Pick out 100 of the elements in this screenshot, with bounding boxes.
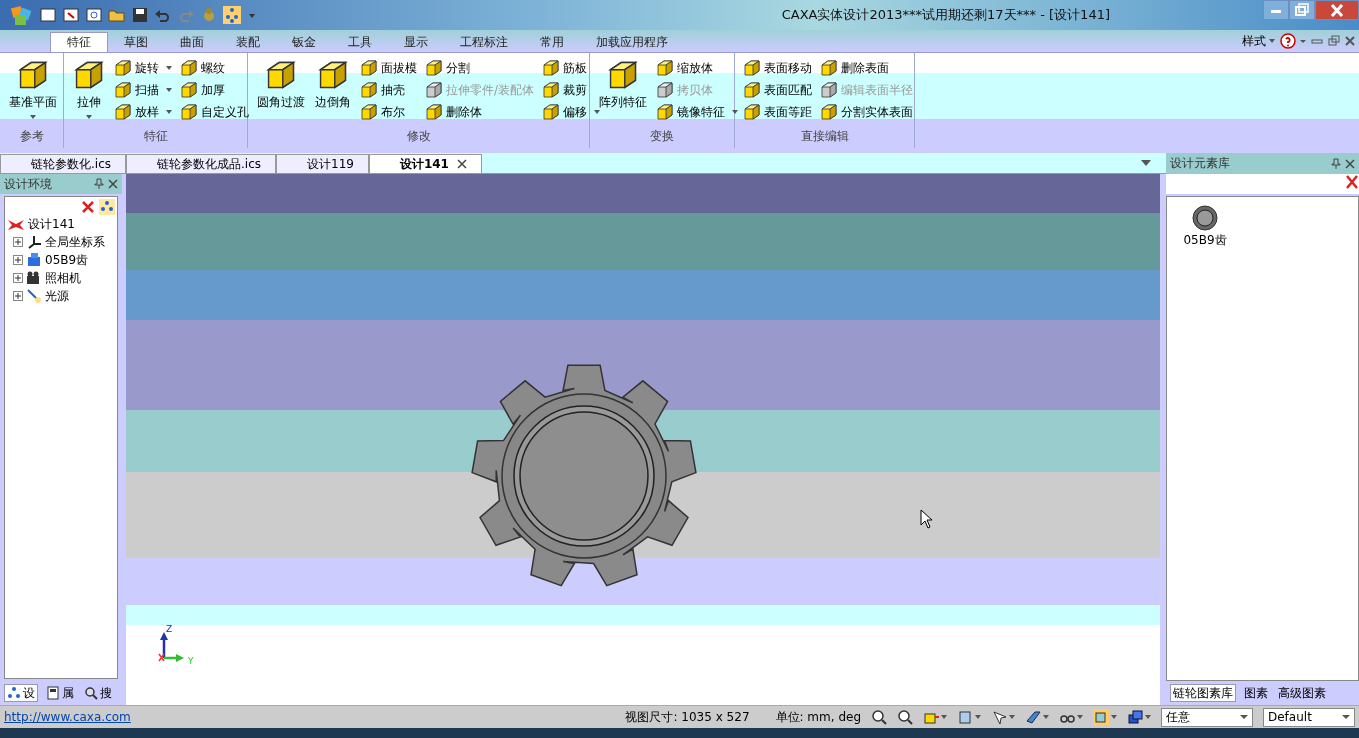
dropdown-arrow-icon[interactable] <box>941 714 947 720</box>
document-icon[interactable] <box>85 6 105 24</box>
close-icon[interactable] <box>1345 158 1355 169</box>
delete-icon[interactable] <box>80 199 96 215</box>
document-tab[interactable]: 设计119 <box>276 153 369 173</box>
help-icon[interactable] <box>1280 33 1296 49</box>
ribbon-tab[interactable]: 特征 <box>50 31 108 52</box>
tree-item[interactable]: 05B9齿 <box>45 252 89 268</box>
style-menu[interactable]: 样式 <box>1240 30 1277 52</box>
close-icon[interactable] <box>108 179 118 189</box>
dropdown-arrow-icon[interactable] <box>86 115 92 120</box>
document-tab[interactable]: 设计141 <box>368 153 482 173</box>
viewport-background[interactable]: Z Y <box>126 174 1160 705</box>
ribbon-tab[interactable]: 装配 <box>220 32 276 52</box>
dropdown-field[interactable]: Default <box>1263 707 1355 727</box>
tree-item[interactable]: 全局坐标系 <box>45 234 105 250</box>
ribbon-button[interactable]: 加厚 <box>178 79 251 101</box>
ribbon-button[interactable]: 放样 <box>112 101 174 123</box>
expand-toggle[interactable] <box>13 237 23 247</box>
ribbon-button[interactable]: 基准平面 <box>6 57 60 124</box>
ribbon-button[interactable]: 螺纹 <box>178 57 251 79</box>
expand-toggle[interactable] <box>13 255 23 265</box>
close-button[interactable] <box>1315 0 1359 20</box>
document-icon[interactable] <box>62 6 82 24</box>
group-label: 特征 <box>142 128 169 145</box>
ribbon-button[interactable]: 表面匹配 <box>741 79 814 101</box>
ribbon-button[interactable]: 布尔 <box>358 101 419 123</box>
dropdown-arrow-icon[interactable] <box>1043 714 1049 720</box>
dropdown-arrow-icon[interactable] <box>1240 714 1248 720</box>
delete-icon[interactable] <box>1345 174 1359 190</box>
dropdown-arrow-icon[interactable] <box>594 110 601 114</box>
ribbon-tab[interactable]: 钣金 <box>276 32 332 52</box>
dropdown-arrow-icon[interactable] <box>30 115 36 120</box>
website-link[interactable]: http://www.caxa.com <box>4 709 131 725</box>
ribbon-button[interactable]: 分割实体表面 <box>818 101 915 123</box>
cursor-icon[interactable] <box>991 709 1007 725</box>
dropdown-arrow-icon[interactable] <box>1140 158 1152 168</box>
panel-tab[interactable]: 图素 <box>1242 684 1270 702</box>
ribbon-tab[interactable]: 显示 <box>388 32 444 52</box>
ribbon-button[interactable]: 表面移动 <box>741 57 814 79</box>
tree-item[interactable]: 设计141 <box>28 216 75 232</box>
pin-icon[interactable] <box>94 178 104 190</box>
group-label: 参考 <box>18 128 45 145</box>
close-icon[interactable] <box>456 158 467 169</box>
dropdown-arrow-icon[interactable] <box>975 714 981 720</box>
panel-tab[interactable]: 属 <box>44 684 76 702</box>
close-icon[interactable] <box>1344 35 1356 47</box>
library-item[interactable]: 05B9齿 <box>1181 203 1229 248</box>
ribbon-button[interactable]: 镜像特征 <box>654 101 740 123</box>
group-label: 修改 <box>405 128 432 145</box>
panel-tab[interactable]: 链轮图素库 <box>1170 683 1236 703</box>
document-icon <box>46 686 60 700</box>
zoom-icon[interactable] <box>897 709 913 725</box>
document-tab[interactable]: 链轮参数化.ics <box>0 153 126 173</box>
ribbon-button[interactable]: 表面等距 <box>741 101 814 123</box>
tree-item[interactable]: 光源 <box>45 288 69 304</box>
ribbon-button[interactable]: 圆角过渡 <box>254 57 308 124</box>
expand-toggle[interactable] <box>13 291 23 301</box>
panel-tab[interactable]: 搜 <box>82 684 114 702</box>
ribbon-button[interactable]: 缩放体 <box>654 57 740 79</box>
restore-icon[interactable] <box>1327 35 1341 47</box>
dropdown-arrow-icon[interactable] <box>1145 714 1151 720</box>
ribbon-tab[interactable]: 草图 <box>108 32 164 52</box>
ribbon-button[interactable]: 删除体 <box>423 101 537 123</box>
dropdown-arrow-icon[interactable] <box>1077 714 1083 720</box>
ribbon-tab[interactable]: 常用 <box>524 32 580 52</box>
pin-icon[interactable] <box>1331 157 1341 170</box>
tree-icon[interactable] <box>223 6 243 24</box>
camera-icon <box>26 270 42 286</box>
dropdown-arrow-icon[interactable] <box>732 110 738 114</box>
ribbon-button[interactable]: 旋转 <box>112 57 174 79</box>
document-tab[interactable]: 链轮参数化成品.ics <box>126 153 276 173</box>
panel-tab[interactable]: 设 <box>4 683 38 703</box>
zoom-icon[interactable] <box>871 709 887 725</box>
ribbon-button[interactable]: 抽壳 <box>358 79 419 101</box>
ribbon-tab[interactable]: 曲面 <box>164 32 220 52</box>
tree-item[interactable]: 照相机 <box>45 270 81 286</box>
axis-label: Z <box>166 624 173 635</box>
ribbon-button[interactable]: 分割 <box>423 57 537 79</box>
expand-toggle[interactable] <box>13 273 23 283</box>
ribbon-tab[interactable]: 加载应用程序 <box>580 32 684 52</box>
ribbon-button[interactable]: 自定义孔 <box>178 101 251 123</box>
ribbon-button[interactable]: 面拔模 <box>358 57 419 79</box>
ribbon-button[interactable]: 边倒角 <box>312 57 354 124</box>
dropdown-field[interactable]: 任意 <box>1161 707 1253 727</box>
document-icon[interactable] <box>39 6 59 24</box>
dropdown-arrow-icon[interactable] <box>166 66 172 70</box>
ribbon-tab[interactable]: 工程标注 <box>444 32 524 52</box>
ribbon-button[interactable]: 拉伸 <box>70 57 108 124</box>
dropdown-arrow-icon[interactable] <box>166 88 172 92</box>
ribbon-button[interactable]: 删除表面 <box>818 57 915 79</box>
panel-tab[interactable]: 高级图素 <box>1276 684 1328 702</box>
ribbon-button[interactable]: 扫描 <box>112 79 174 101</box>
tree-icon <box>7 686 21 700</box>
tree-icon[interactable] <box>99 199 115 215</box>
dropdown-arrow-icon[interactable] <box>1111 714 1117 720</box>
ribbon-tab[interactable]: 工具 <box>332 32 388 52</box>
dropdown-arrow-icon[interactable] <box>1342 714 1350 720</box>
dropdown-arrow-icon[interactable] <box>166 110 172 114</box>
dropdown-arrow-icon[interactable] <box>1009 714 1015 720</box>
